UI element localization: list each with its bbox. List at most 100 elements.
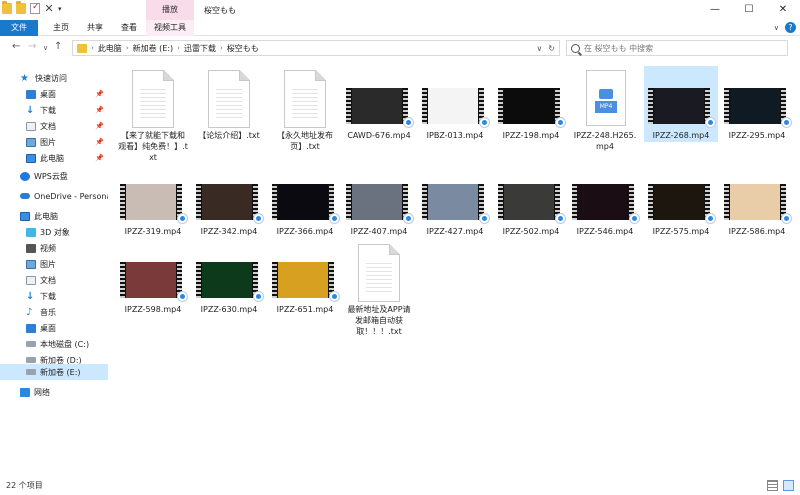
file-item[interactable]: IPZZ-651.mp4 bbox=[268, 240, 342, 315]
nav-videos[interactable]: 视频 bbox=[0, 240, 108, 256]
text-file-icon bbox=[358, 244, 400, 302]
nav-desktop-pc[interactable]: 桌面 bbox=[0, 320, 108, 336]
nav-downloads-pc[interactable]: ↓ 下载 bbox=[0, 288, 108, 304]
file-item[interactable]: CAWD-676.mp4 bbox=[342, 66, 416, 141]
chevron-right-icon[interactable]: › bbox=[126, 44, 129, 52]
nav-wps-cloud[interactable]: WPS云盘 bbox=[0, 168, 108, 184]
chevron-right-icon[interactable]: › bbox=[177, 44, 180, 52]
nav-pictures[interactable]: 图片 📌 bbox=[0, 134, 108, 150]
video-thumbnail bbox=[498, 88, 560, 124]
file-item[interactable]: IPZZ-630.mp4 bbox=[192, 240, 266, 315]
nav-drive-e[interactable]: 新加卷 (E:) bbox=[0, 364, 108, 380]
file-item[interactable]: 【永久地址发布页】.txt bbox=[268, 66, 342, 152]
refresh-icon[interactable]: ↻ bbox=[548, 44, 555, 53]
details-view-icon[interactable] bbox=[767, 480, 778, 491]
file-item[interactable]: IPZZ-502.mp4 bbox=[494, 162, 568, 237]
file-item[interactable]: IPZZ-586.mp4 bbox=[720, 162, 794, 237]
file-item[interactable]: 最新地址及APP请发邮箱自动获取！！！.txt bbox=[342, 240, 416, 337]
up-arrow-icon[interactable]: ↑ bbox=[54, 41, 62, 52]
expand-ribbon-icon[interactable]: ∨ bbox=[774, 24, 779, 32]
nav-desktop[interactable]: 桌面 📌 bbox=[0, 86, 108, 102]
pin-icon[interactable]: 📌 bbox=[95, 122, 104, 130]
nav-documents-pc[interactable]: 文档 bbox=[0, 272, 108, 288]
file-item[interactable]: IPZZ-198.mp4 bbox=[494, 66, 568, 141]
nav-pictures-pc[interactable]: 图片 bbox=[0, 256, 108, 272]
file-item-selected[interactable]: IPZZ-268.mp4 bbox=[644, 66, 718, 142]
file-item[interactable]: IPZZ-546.mp4 bbox=[568, 162, 642, 237]
new-folder-icon[interactable] bbox=[16, 1, 26, 14]
text-file-icon bbox=[208, 70, 250, 128]
customize-toolbar-dropdown-icon[interactable]: ▾ bbox=[58, 5, 62, 13]
breadcrumb-this-pc[interactable]: 此电脑 bbox=[98, 43, 122, 54]
player-badge-icon bbox=[705, 117, 716, 128]
pin-icon[interactable]: 📌 bbox=[95, 90, 104, 98]
recent-locations-chevron-icon[interactable]: ∨ bbox=[43, 44, 48, 52]
nav-network[interactable]: 网络 bbox=[0, 384, 108, 400]
video-thumbnail bbox=[346, 184, 408, 220]
vertical-scrollbar[interactable] bbox=[790, 62, 800, 477]
file-item[interactable]: IPZZ-427.mp4 bbox=[418, 162, 492, 237]
nav-this-pc-quick[interactable]: 此电脑 📌 bbox=[0, 150, 108, 166]
tab-home[interactable]: 主页 bbox=[44, 20, 78, 36]
video-thumbnail bbox=[196, 184, 258, 220]
file-item[interactable]: IPBZ-013.mp4 bbox=[418, 66, 492, 141]
nav-quick-access[interactable]: ★ 快速访问 bbox=[0, 70, 108, 86]
search-input[interactable]: 在 桜空もも 中搜索 bbox=[566, 40, 788, 56]
pin-icon[interactable]: 📌 bbox=[95, 138, 104, 146]
drive-icon bbox=[26, 357, 36, 363]
file-item[interactable]: IPZZ-366.mp4 bbox=[268, 162, 342, 237]
video-thumbnail bbox=[498, 184, 560, 220]
folder-icon[interactable] bbox=[2, 1, 12, 14]
context-tab-play[interactable]: 播放 bbox=[146, 0, 194, 20]
forward-arrow-icon[interactable]: → bbox=[28, 41, 36, 52]
breadcrumb-drive-e[interactable]: 新加卷 (E:) bbox=[133, 43, 174, 54]
maximize-button[interactable]: ☐ bbox=[732, 0, 766, 20]
file-item[interactable]: IPZZ-575.mp4 bbox=[644, 162, 718, 237]
drive-icon bbox=[26, 341, 36, 347]
nav-this-pc[interactable]: 此电脑 bbox=[0, 208, 108, 224]
nav-downloads[interactable]: ↓ 下载 📌 bbox=[0, 102, 108, 118]
player-badge-icon bbox=[329, 213, 340, 224]
large-icons-view-icon[interactable] bbox=[783, 480, 794, 491]
file-item[interactable]: 【论坛介绍】.txt bbox=[192, 66, 266, 141]
pin-icon[interactable]: 📌 bbox=[95, 154, 104, 162]
delete-icon[interactable]: ✕ bbox=[44, 3, 54, 14]
file-item[interactable]: IPZZ-407.mp4 bbox=[342, 162, 416, 237]
window-title: 桜空もも bbox=[204, 6, 236, 15]
nav-drive-c[interactable]: 本地磁盘 (C:) bbox=[0, 336, 108, 352]
file-item[interactable]: IPZZ-295.mp4 bbox=[720, 66, 794, 141]
file-item[interactable]: IPZZ-319.mp4 bbox=[116, 162, 190, 237]
breadcrumb-xunlei-downloads[interactable]: 迅雷下载 bbox=[184, 43, 216, 54]
address-history-chevron-icon[interactable]: ∨ bbox=[536, 44, 542, 53]
close-button[interactable]: ✕ bbox=[766, 0, 800, 20]
nav-documents[interactable]: 文档 📌 bbox=[0, 118, 108, 134]
chevron-right-icon[interactable]: › bbox=[220, 44, 223, 52]
tab-view[interactable]: 查看 bbox=[112, 20, 146, 36]
player-badge-icon bbox=[177, 291, 188, 302]
help-icon[interactable]: ? bbox=[785, 22, 796, 33]
tab-file[interactable]: 文件 bbox=[0, 20, 38, 36]
address-bar[interactable]: › 此电脑 › 新加卷 (E:) › 迅雷下载 › 桜空もも ∨ ↻ bbox=[72, 40, 560, 56]
breadcrumb-current-folder[interactable]: 桜空もも bbox=[227, 43, 259, 54]
file-item[interactable]: IPZZ-598.mp4 bbox=[116, 240, 190, 315]
desktop-icon bbox=[26, 323, 36, 333]
pin-icon[interactable]: 📌 bbox=[95, 106, 104, 114]
chevron-right-icon[interactable]: › bbox=[91, 44, 94, 52]
video-thumbnail bbox=[346, 88, 408, 124]
file-item[interactable]: 【来了就能下载和观看】纯免费！】.txt bbox=[116, 66, 190, 163]
player-badge-icon bbox=[479, 213, 490, 224]
file-item[interactable]: IPZZ-342.mp4 bbox=[192, 162, 266, 237]
tab-video-tools[interactable]: 视频工具 bbox=[146, 20, 194, 36]
back-arrow-icon[interactable]: ← bbox=[12, 41, 20, 52]
video-thumbnail bbox=[648, 184, 710, 220]
minimize-button[interactable]: — bbox=[698, 0, 732, 20]
player-badge-icon bbox=[403, 213, 414, 224]
documents-icon bbox=[26, 121, 36, 131]
video-thumbnail bbox=[724, 184, 786, 220]
file-item[interactable]: MP4 IPZZ-248.H265.mp4 bbox=[568, 66, 642, 152]
properties-icon[interactable] bbox=[30, 2, 40, 14]
nav-music[interactable]: ♪ 音乐 bbox=[0, 304, 108, 320]
nav-onedrive[interactable]: OneDrive - Persona bbox=[0, 188, 108, 204]
tab-share[interactable]: 共享 bbox=[78, 20, 112, 36]
nav-3d-objects[interactable]: 3D 对象 bbox=[0, 224, 108, 240]
